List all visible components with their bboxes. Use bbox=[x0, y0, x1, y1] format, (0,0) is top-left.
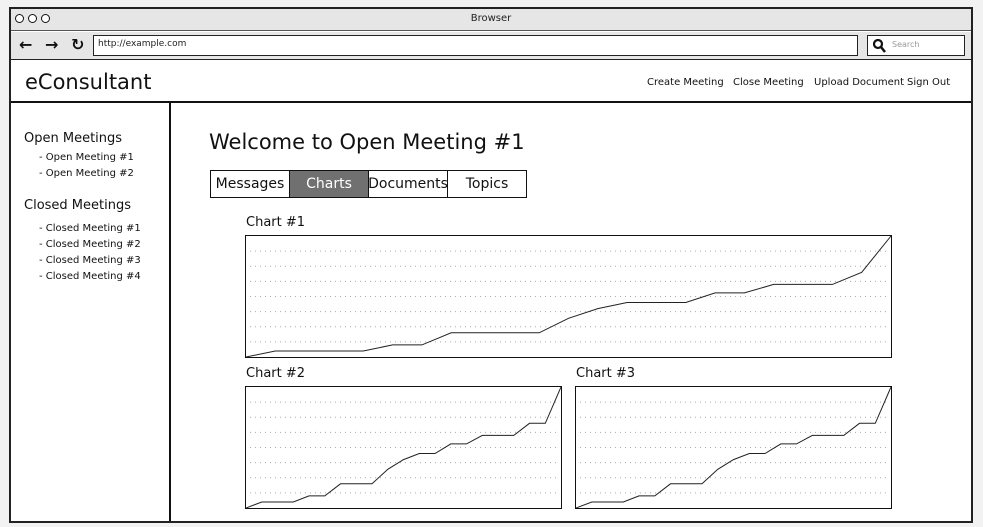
open-meetings-list: - Open Meeting #1 - Open Meeting #2 bbox=[39, 150, 134, 182]
sidebar-item-closed-meeting-4[interactable]: - Closed Meeting #4 bbox=[39, 269, 141, 285]
browser-window: Browser ← → ↻ http://example.com Search … bbox=[9, 7, 973, 523]
back-arrow-icon[interactable]: ← bbox=[19, 35, 32, 55]
chart-1-title: Chart #1 bbox=[246, 215, 306, 230]
search-placeholder: Search bbox=[892, 40, 920, 49]
app-logo: eConsultant bbox=[25, 70, 152, 94]
search-icon bbox=[872, 38, 886, 53]
main-content: Welcome to Open Meeting #1 Messages Char… bbox=[173, 103, 971, 521]
chart-3-series-line bbox=[576, 387, 891, 508]
closed-meetings-heading: Closed Meetings bbox=[24, 198, 131, 213]
reload-icon[interactable]: ↻ bbox=[71, 35, 84, 55]
sidebar-item-open-meeting-1[interactable]: - Open Meeting #1 bbox=[39, 150, 134, 166]
browser-search-input[interactable]: Search bbox=[867, 35, 965, 56]
chart-3-svg bbox=[576, 387, 891, 508]
tab-messages[interactable]: Messages bbox=[211, 171, 290, 197]
chart-1 bbox=[245, 235, 892, 358]
app-header: eConsultant Create Meeting Close Meeting… bbox=[11, 61, 971, 103]
browser-titlebar: Browser bbox=[11, 9, 971, 31]
sign-out-link[interactable]: Sign Out bbox=[907, 77, 950, 88]
sidebar-item-closed-meeting-2[interactable]: - Closed Meeting #2 bbox=[39, 237, 141, 253]
upload-document-link[interactable]: Upload Document bbox=[814, 77, 904, 88]
sidebar-item-closed-meeting-1[interactable]: - Closed Meeting #1 bbox=[39, 221, 141, 237]
tab-bar: Messages Charts Documents Topics bbox=[210, 170, 527, 198]
chart-2-title: Chart #2 bbox=[246, 366, 306, 381]
chart-3 bbox=[575, 386, 892, 509]
close-meeting-link[interactable]: Close Meeting bbox=[733, 77, 804, 88]
chart-2-svg bbox=[246, 387, 561, 508]
sidebar: Open Meetings - Open Meeting #1 - Open M… bbox=[11, 103, 171, 521]
browser-navbar: ← → ↻ http://example.com Search bbox=[11, 32, 971, 60]
tab-documents[interactable]: Documents bbox=[368, 171, 448, 197]
chart-2-series-line bbox=[246, 387, 561, 508]
closed-meetings-list: - Closed Meeting #1 - Closed Meeting #2 … bbox=[39, 221, 141, 285]
url-bar[interactable]: http://example.com bbox=[93, 35, 858, 56]
tab-charts[interactable]: Charts bbox=[290, 171, 369, 197]
chart-1-series-line bbox=[246, 236, 891, 357]
chart-2 bbox=[245, 386, 562, 509]
chart-3-title: Chart #3 bbox=[576, 366, 636, 381]
page-title: Welcome to Open Meeting #1 bbox=[209, 130, 525, 154]
sidebar-item-closed-meeting-3[interactable]: - Closed Meeting #3 bbox=[39, 253, 141, 269]
sidebar-item-open-meeting-2[interactable]: - Open Meeting #2 bbox=[39, 166, 134, 182]
open-meetings-heading: Open Meetings bbox=[24, 131, 123, 146]
browser-title: Browser bbox=[470, 13, 512, 24]
forward-arrow-icon[interactable]: → bbox=[45, 35, 58, 55]
chart-1-svg bbox=[246, 236, 891, 357]
create-meeting-link[interactable]: Create Meeting bbox=[647, 77, 724, 88]
tab-topics[interactable]: Topics bbox=[448, 171, 527, 197]
